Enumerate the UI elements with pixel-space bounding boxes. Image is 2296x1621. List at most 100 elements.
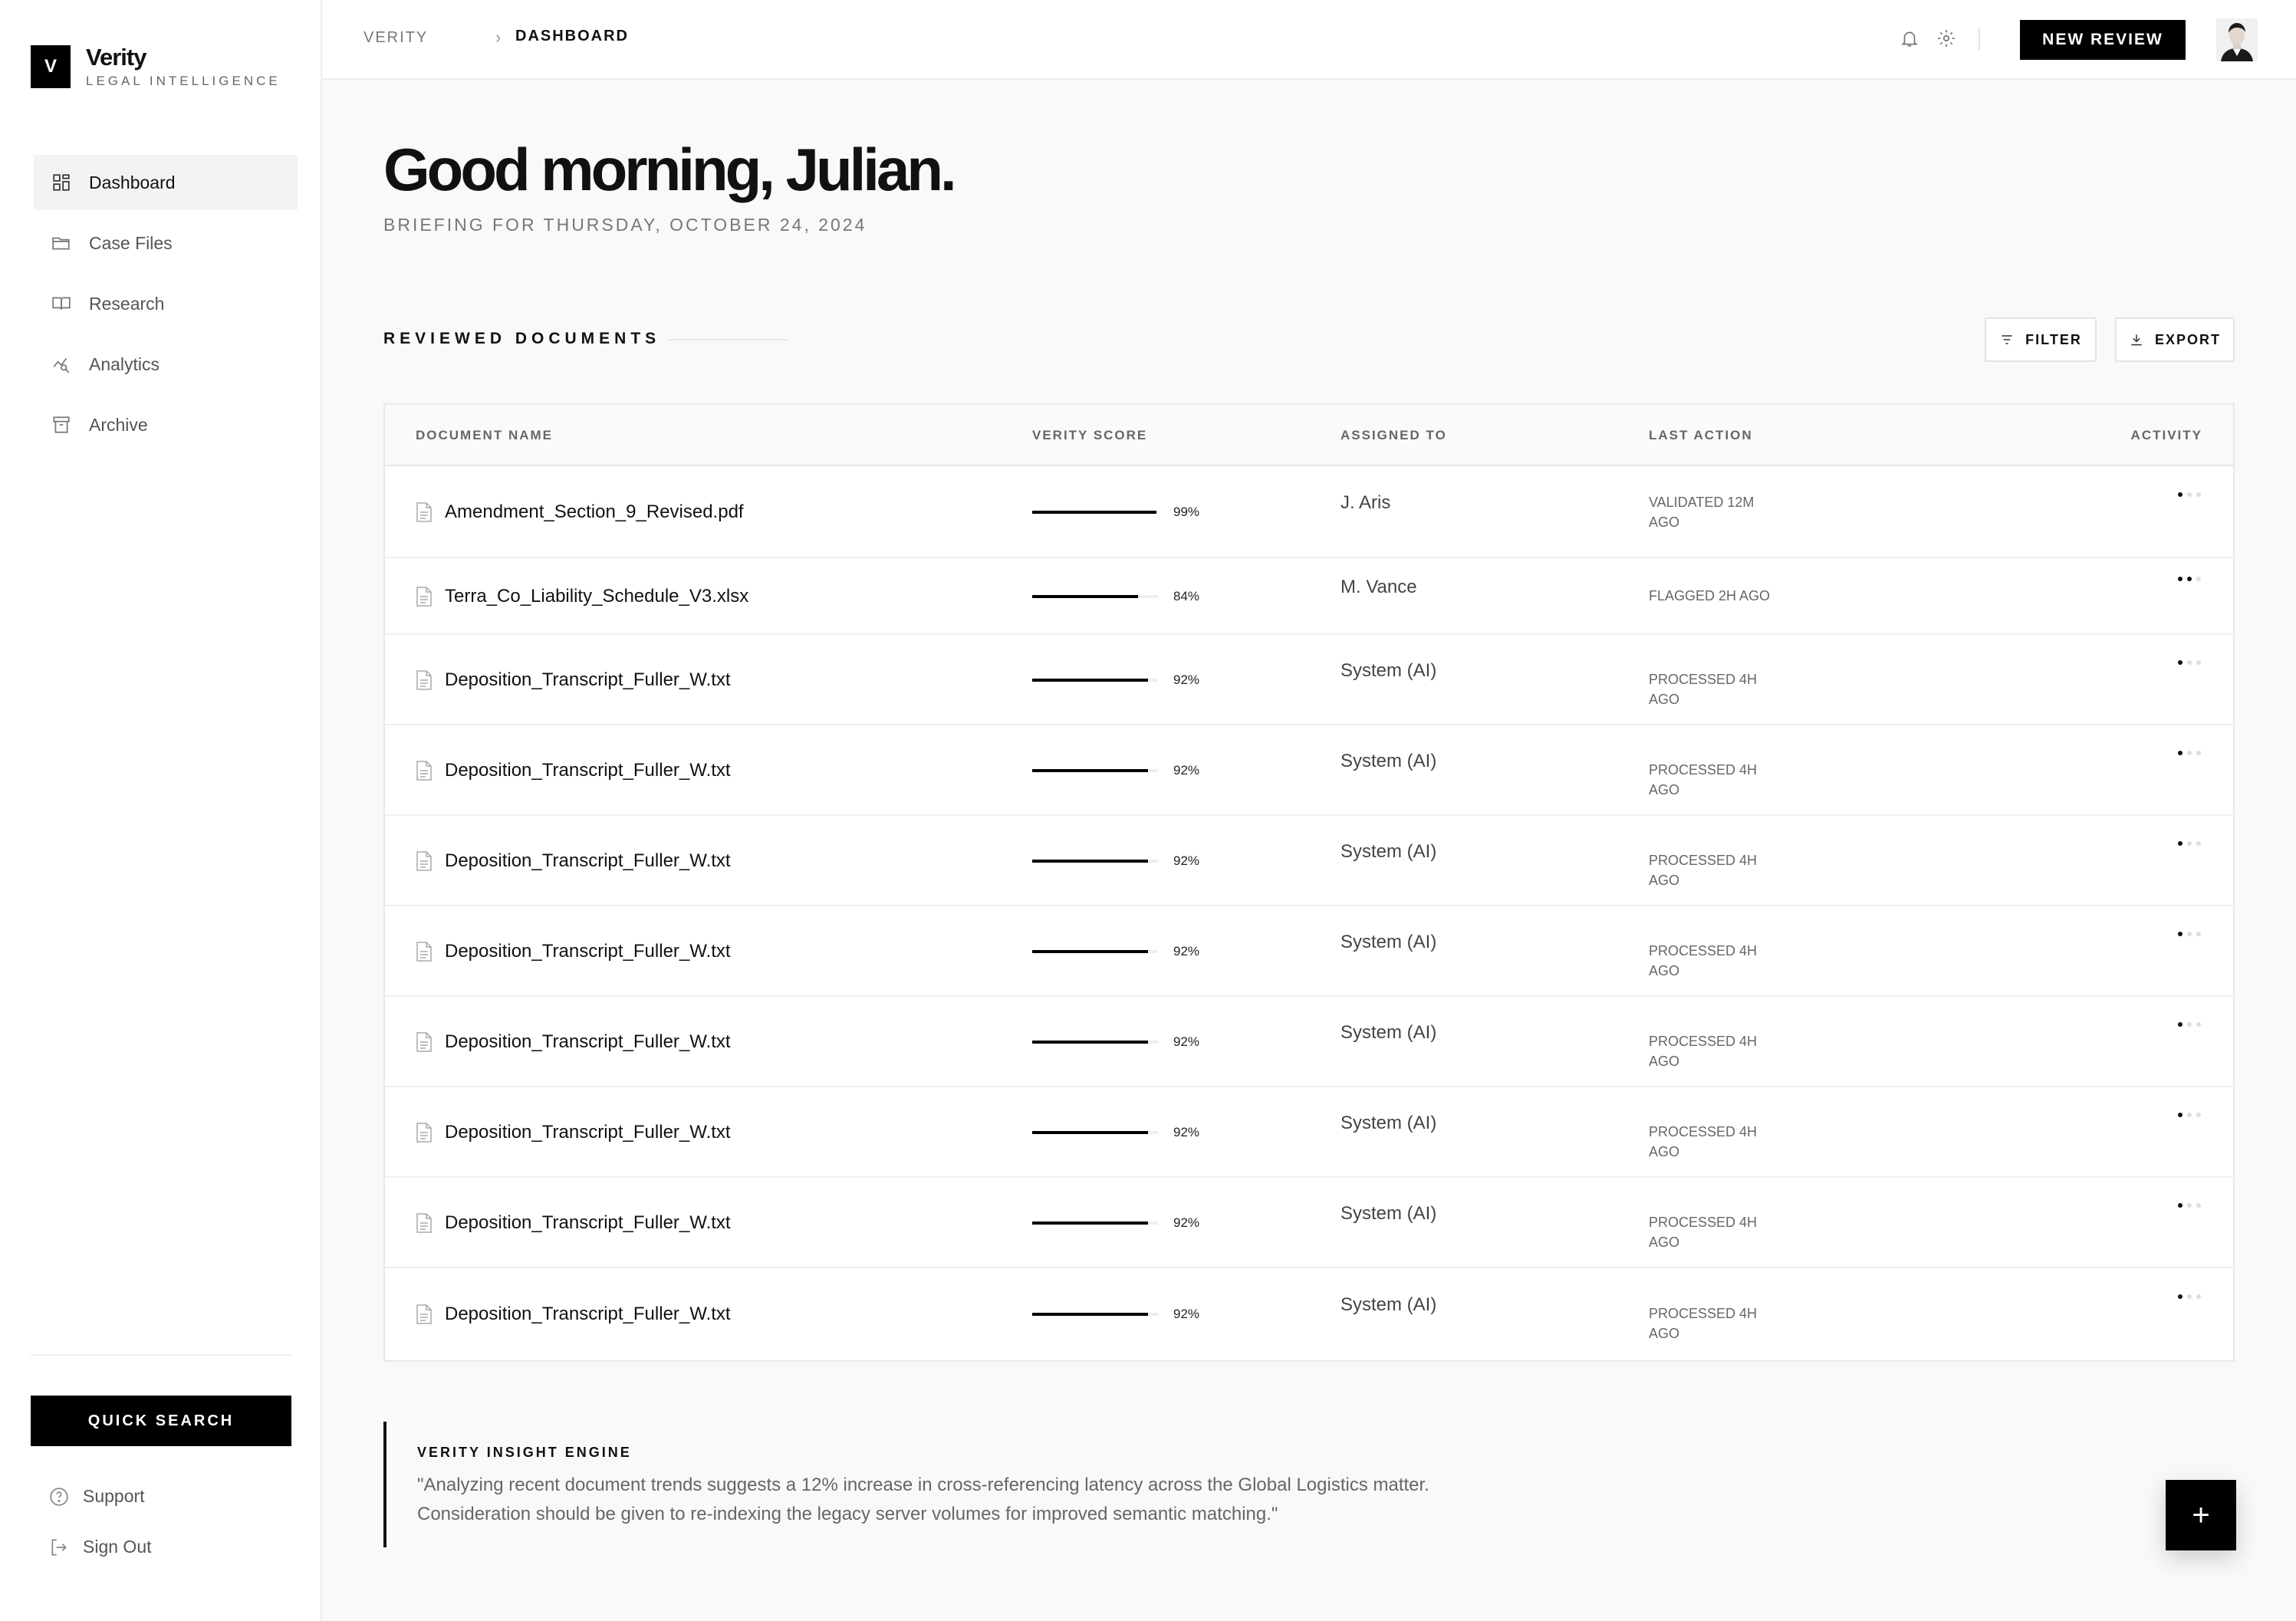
activity-dot bbox=[2187, 492, 2192, 497]
sidebar-item-dashboard[interactable]: Dashboard bbox=[34, 155, 298, 210]
download-icon bbox=[2131, 334, 2142, 346]
activity-dot bbox=[2196, 577, 2201, 581]
sidebar-nav: Dashboard Case Files Research Analytics … bbox=[34, 155, 298, 458]
filter-button[interactable]: FILTER bbox=[1985, 317, 2097, 362]
top-bar: VERITY › DASHBOARD NEW REVIEW bbox=[322, 0, 2296, 80]
table-row[interactable]: Deposition_Transcript_Fuller_W.txt 92% S… bbox=[385, 635, 2233, 725]
document-name[interactable]: Deposition_Transcript_Fuller_W.txt bbox=[445, 850, 731, 872]
table-row[interactable]: Deposition_Transcript_Fuller_W.txt 92% S… bbox=[385, 997, 2233, 1087]
document-name[interactable]: Deposition_Transcript_Fuller_W.txt bbox=[445, 941, 731, 962]
activity-dot bbox=[2178, 932, 2183, 936]
add-button[interactable]: + bbox=[2166, 1480, 2236, 1550]
score-bar-fill bbox=[1032, 860, 1148, 863]
activity-dot bbox=[2187, 1113, 2192, 1117]
table-row[interactable]: Deposition_Transcript_Fuller_W.txt 92% S… bbox=[385, 1268, 2233, 1360]
activity-indicator[interactable] bbox=[2178, 932, 2206, 936]
section-divider bbox=[669, 339, 788, 340]
activity-indicator[interactable] bbox=[2178, 841, 2206, 846]
score-bar-fill bbox=[1032, 679, 1148, 682]
score-value: 92% bbox=[1173, 763, 1200, 778]
document-name[interactable]: Deposition_Transcript_Fuller_W.txt bbox=[445, 669, 731, 691]
table-row[interactable]: Deposition_Transcript_Fuller_W.txt 92% S… bbox=[385, 1087, 2233, 1178]
sidebar-item-research[interactable]: Research bbox=[34, 276, 298, 331]
column-header-last-action[interactable]: LAST ACTION bbox=[1649, 428, 1753, 443]
activity-indicator[interactable] bbox=[2178, 1294, 2206, 1299]
plus-icon: + bbox=[2192, 1498, 2210, 1532]
export-button[interactable]: EXPORT bbox=[2115, 317, 2235, 362]
file-icon bbox=[416, 586, 433, 607]
score-bar bbox=[1032, 1222, 1158, 1225]
last-action: PROCESSED 4H AGO bbox=[1649, 1034, 1758, 1069]
sidebar-item-case-files[interactable]: Case Files bbox=[34, 215, 298, 271]
activity-dot bbox=[2178, 841, 2183, 846]
quick-search-button[interactable]: QUICK SEARCH bbox=[31, 1396, 291, 1446]
settings-button[interactable] bbox=[1934, 26, 1959, 51]
new-review-button[interactable]: NEW REVIEW bbox=[2020, 20, 2186, 60]
score-bar-fill bbox=[1032, 1222, 1148, 1225]
last-action: PROCESSED 4H AGO bbox=[1649, 762, 1758, 797]
score-bar bbox=[1032, 595, 1158, 598]
activity-indicator[interactable] bbox=[2178, 751, 2206, 755]
activity-indicator[interactable] bbox=[2178, 1022, 2206, 1027]
file-icon bbox=[416, 941, 433, 962]
logo-mark: V bbox=[31, 45, 71, 88]
sidebar-divider bbox=[31, 1354, 291, 1356]
score-value: 92% bbox=[1173, 853, 1200, 868]
column-header-name[interactable]: DOCUMENT NAME bbox=[416, 428, 553, 443]
document-name[interactable]: Terra_Co_Liability_Schedule_V3.xlsx bbox=[445, 586, 748, 607]
column-header-assigned[interactable]: ASSIGNED TO bbox=[1340, 428, 1447, 443]
activity-indicator[interactable] bbox=[2178, 492, 2206, 497]
activity-dot bbox=[2196, 751, 2201, 755]
assignee: System (AI) bbox=[1340, 660, 1437, 681]
support-link[interactable]: Support bbox=[49, 1486, 145, 1507]
activity-dot bbox=[2196, 1022, 2201, 1027]
sidebar-item-archive[interactable]: Archive bbox=[34, 397, 298, 452]
table-row[interactable]: Terra_Co_Liability_Schedule_V3.xlsx 84% … bbox=[385, 558, 2233, 635]
breadcrumb-separator: › bbox=[495, 28, 502, 47]
document-name[interactable]: Amendment_Section_9_Revised.pdf bbox=[445, 501, 744, 523]
score-bar-fill bbox=[1032, 595, 1138, 598]
notifications-button[interactable] bbox=[1897, 26, 1922, 51]
table-row[interactable]: Deposition_Transcript_Fuller_W.txt 92% S… bbox=[385, 1178, 2233, 1268]
activity-dot bbox=[2196, 841, 2201, 846]
archive-icon bbox=[51, 414, 72, 436]
activity-indicator[interactable] bbox=[2178, 577, 2206, 581]
document-name[interactable]: Deposition_Transcript_Fuller_W.txt bbox=[445, 1212, 731, 1234]
export-label: EXPORT bbox=[2154, 331, 2221, 347]
help-icon bbox=[50, 1487, 68, 1506]
activity-dot bbox=[2187, 660, 2192, 665]
avatar[interactable] bbox=[2216, 18, 2258, 61]
sidebar-item-label: Archive bbox=[89, 414, 148, 435]
breadcrumb-root[interactable]: VERITY bbox=[363, 29, 428, 47]
sidebar-item-label: Analytics bbox=[89, 353, 160, 374]
activity-indicator[interactable] bbox=[2178, 1113, 2206, 1117]
column-header-score[interactable]: VERITY SCORE bbox=[1032, 428, 1147, 443]
activity-dot bbox=[2196, 1294, 2201, 1299]
table-row[interactable]: Amendment_Section_9_Revised.pdf 99% J. A… bbox=[385, 466, 2233, 558]
table-row[interactable]: Deposition_Transcript_Fuller_W.txt 92% S… bbox=[385, 906, 2233, 997]
activity-dot bbox=[2196, 492, 2201, 497]
filter-label: FILTER bbox=[2025, 331, 2082, 347]
document-name[interactable]: Deposition_Transcript_Fuller_W.txt bbox=[445, 1304, 731, 1325]
document-name[interactable]: Deposition_Transcript_Fuller_W.txt bbox=[445, 760, 731, 781]
logo-text: Verity LEGAL INTELLIGENCE bbox=[86, 44, 281, 89]
activity-dot bbox=[2178, 1294, 2183, 1299]
activity-indicator[interactable] bbox=[2178, 1203, 2206, 1208]
score-value: 92% bbox=[1173, 944, 1200, 958]
score-value: 92% bbox=[1173, 1215, 1200, 1230]
document-name[interactable]: Deposition_Transcript_Fuller_W.txt bbox=[445, 1122, 731, 1143]
document-name[interactable]: Deposition_Transcript_Fuller_W.txt bbox=[445, 1031, 731, 1053]
brand-logo[interactable]: V Verity LEGAL INTELLIGENCE bbox=[31, 44, 281, 89]
file-icon bbox=[416, 850, 433, 872]
activity-dot bbox=[2178, 660, 2183, 665]
table-row[interactable]: Deposition_Transcript_Fuller_W.txt 92% S… bbox=[385, 816, 2233, 906]
sign-out-link[interactable]: Sign Out bbox=[49, 1537, 152, 1557]
last-action: VALIDATED 12M AGO bbox=[1649, 495, 1755, 530]
activity-indicator[interactable] bbox=[2178, 660, 2206, 665]
page-title: Good morning, Julian. bbox=[383, 136, 957, 203]
table-row[interactable]: Deposition_Transcript_Fuller_W.txt 92% S… bbox=[385, 725, 2233, 816]
documents-table: DOCUMENT NAME VERITY SCORE ASSIGNED TO L… bbox=[383, 403, 2235, 1362]
sidebar-item-analytics[interactable]: Analytics bbox=[34, 337, 298, 392]
activity-dot bbox=[2178, 492, 2183, 497]
activity-dot bbox=[2196, 1113, 2201, 1117]
